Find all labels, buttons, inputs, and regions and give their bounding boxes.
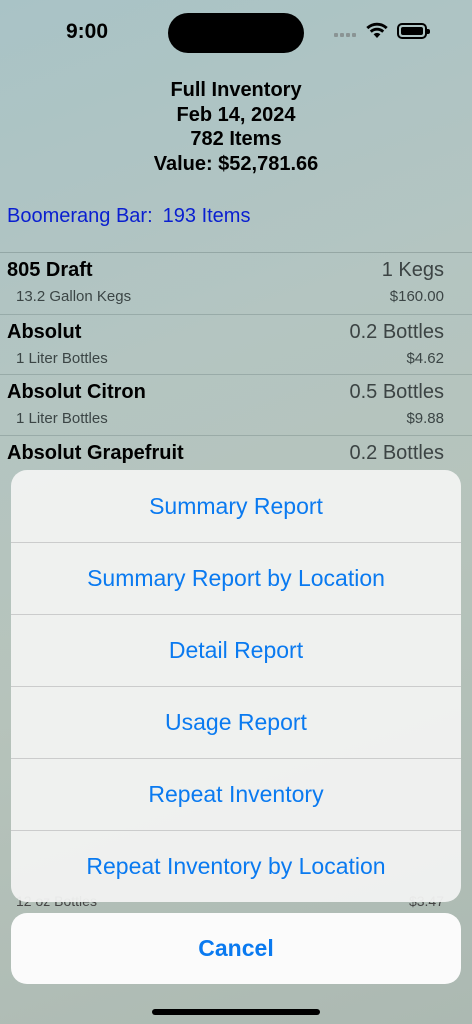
report-title: Full Inventory <box>170 79 302 101</box>
wifi-icon <box>366 22 388 38</box>
item-quantity: 0.5 Bottles <box>349 381 444 403</box>
list-item[interactable]: 805 Draft 13.2 Gallon Kegs 1 Kegs $160.0… <box>0 253 472 314</box>
summary-report-button[interactable]: Summary Report <box>11 470 461 542</box>
location-header[interactable]: Boomerang Bar: 193 Items <box>7 205 250 228</box>
item-price: $160.00 <box>389 288 444 305</box>
list-item[interactable]: Absolut Citron 1 Liter Bottles 0.5 Bottl… <box>0 374 472 435</box>
report-header: Full Inventory Feb 14, 2024 782 Items Va… <box>0 78 472 176</box>
repeat-inventory-by-location-button[interactable]: Repeat Inventory by Location <box>11 830 461 902</box>
item-unit: 1 Liter Bottles <box>16 410 108 427</box>
action-sheet: Summary Report Summary Report by Locatio… <box>11 470 461 902</box>
item-price: $9.88 <box>406 410 444 427</box>
dynamic-island <box>168 13 304 53</box>
summary-report-by-location-button[interactable]: Summary Report by Location <box>11 542 461 614</box>
cellular-signal-icon <box>334 33 356 37</box>
battery-icon <box>397 23 430 39</box>
cancel-button[interactable]: Cancel <box>11 913 461 984</box>
item-quantity: 1 Kegs <box>381 259 444 281</box>
item-unit: 13.2 Gallon Kegs <box>16 288 132 305</box>
item-price: $4.62 <box>406 349 444 367</box>
usage-report-button[interactable]: Usage Report <box>11 686 461 758</box>
item-name: Absolut Grapefruit <box>7 441 184 464</box>
item-quantity: 0.2 Bottles <box>349 441 444 464</box>
report-date: Feb 14, 2024 <box>176 103 296 126</box>
item-quantity: 0.2 Bottles <box>349 320 444 343</box>
status-bar: 9:00 <box>0 0 472 64</box>
item-name: Absolut <box>7 320 82 343</box>
repeat-inventory-button[interactable]: Repeat Inventory <box>11 758 461 830</box>
item-unit: 1 Liter Bottles <box>16 349 108 367</box>
location-count: 193 Items <box>162 205 251 227</box>
status-time: 9:00 <box>66 20 109 43</box>
location-name: Boomerang Bar: <box>7 205 153 227</box>
item-name: 805 Draft <box>7 259 93 281</box>
list-item[interactable]: Absolut 1 Liter Bottles 0.2 Bottles $4.6… <box>0 313 472 375</box>
report-value: Value: $52,781.66 <box>153 152 319 175</box>
detail-report-button[interactable]: Detail Report <box>11 614 461 686</box>
item-name: Absolut Citron <box>7 381 146 403</box>
inventory-list: 805 Draft 13.2 Gallon Kegs 1 Kegs $160.0… <box>0 253 472 495</box>
home-indicator[interactable] <box>152 1009 320 1015</box>
report-item-count: 782 Items <box>190 128 282 150</box>
